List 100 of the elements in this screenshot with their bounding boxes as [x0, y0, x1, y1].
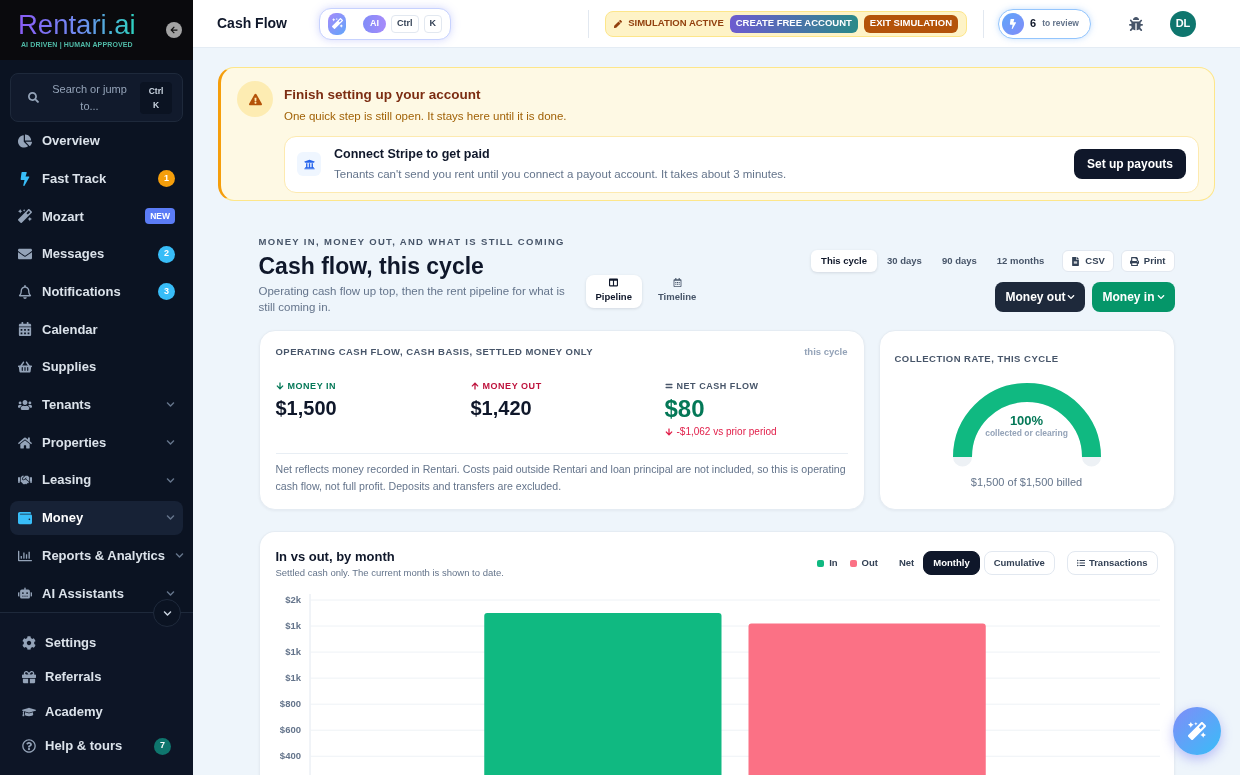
- section-eyebrow: MONEY IN, MONEY OUT, AND WHAT IS STILL COMING: [258, 236, 566, 248]
- billed-summary: $1,500 of $1,500 billed: [970, 475, 1083, 490]
- arrow-down-icon: [664, 428, 673, 436]
- period-label: this cycle: [804, 346, 848, 358]
- setup-payouts-button[interactable]: Set up payouts: [1074, 149, 1186, 179]
- metric-value: $80: [664, 396, 706, 422]
- sidebar-item[interactable]: Leasing: [10, 463, 183, 498]
- sidebar-item[interactable]: Settings: [10, 625, 183, 660]
- help-icon: [22, 739, 36, 753]
- money-action-button[interactable]: Money out: [995, 282, 1086, 312]
- lightning-icon: [1002, 12, 1024, 35]
- axis-label: $1k: [284, 619, 301, 631]
- sidebar-item[interactable]: Supplies: [10, 350, 183, 385]
- pie-chart-icon: [18, 134, 32, 148]
- range-tab[interactable]: 30 days: [877, 250, 932, 272]
- sidebar-item[interactable]: Academy: [10, 694, 183, 729]
- sidebar-item[interactable]: Messages 2: [10, 237, 183, 272]
- simulation-action[interactable]: CREATE FREE ACCOUNT: [729, 14, 858, 33]
- card-title: COLLECTION RATE, THIS CYCLE: [894, 353, 1059, 365]
- count-badge: 1: [158, 170, 175, 188]
- sidebar-item[interactable]: Overview: [10, 124, 183, 158]
- sidebar-item[interactable]: Mozart NEW: [10, 199, 183, 234]
- metric-value: $1,500: [275, 396, 338, 420]
- axis-label: $400: [279, 749, 301, 761]
- ai-command-bar[interactable]: AI Ctrl K: [319, 7, 451, 40]
- axis-label: $2k: [284, 594, 301, 605]
- columns-icon: [609, 278, 619, 288]
- view-tab[interactable]: Pipeline: [585, 275, 642, 308]
- chevron-down-icon: [1156, 293, 1165, 301]
- sidebar-item[interactable]: Reports & Analytics: [10, 538, 183, 573]
- chart-subtitle: Settled cash only. The current month is shown to date.: [275, 566, 504, 579]
- export-button[interactable]: CSV: [1062, 250, 1114, 272]
- simulation-action[interactable]: EXIT SIMULATION: [863, 14, 958, 33]
- range-tab[interactable]: This cycle: [811, 250, 878, 272]
- bell-icon: [18, 284, 32, 299]
- mode-tab[interactable]: Monthly: [923, 551, 980, 575]
- collapse-button[interactable]: [166, 22, 182, 38]
- chevron-down-icon: [166, 475, 175, 485]
- chevron-down-icon: [175, 551, 185, 561]
- search-button[interactable]: Search or jump to... Ctrl K: [10, 73, 183, 122]
- sidebar-item[interactable]: Properties: [10, 425, 183, 460]
- metric-label: MONEY OUT: [482, 380, 542, 392]
- search-icon: [28, 92, 39, 103]
- net-toggle[interactable]: Net: [889, 551, 924, 575]
- banner-title: Finish setting up your account: [284, 86, 482, 104]
- chart-title: In vs out, by month: [275, 549, 396, 565]
- ai-badge: AI: [363, 14, 386, 33]
- money-action-button[interactable]: Money in: [1092, 282, 1175, 312]
- chevron-down-icon: [166, 513, 175, 523]
- user-avatar[interactable]: DL: [1170, 10, 1196, 37]
- section-subtitle: Operating cash flow up top, then the rent pipeline for what is still coming in.: [258, 284, 566, 315]
- chevron-down-icon: [166, 588, 175, 598]
- document-icon: [1071, 256, 1081, 266]
- card-title: OPERATING CASH FLOW, CASH BASIS, SETTLED MONEY ONLY: [275, 346, 594, 358]
- legend-label: In: [829, 555, 838, 570]
- sidebar-item[interactable]: Money: [10, 500, 183, 535]
- sidebar-item[interactable]: Notifications 3: [10, 274, 183, 309]
- step-title: Connect Stripe to get paid: [334, 145, 491, 163]
- summary-note: Net reflects money recorded in Rentari. Costs paid outside Rentari and loan principal are not included, so this is operating cash flow, not full profit. Deposits and transfers are excluded.: [275, 462, 847, 494]
- sidebar-item[interactable]: Fast Track 1: [10, 161, 183, 196]
- view-tab[interactable]: Timeline: [647, 275, 707, 308]
- metric-change: -$1,062 vs prior period: [676, 426, 777, 438]
- transactions-button[interactable]: Transactions: [1066, 551, 1158, 575]
- house-icon: [18, 435, 32, 450]
- count-badge: 7: [154, 737, 171, 755]
- chevron-down-icon: [166, 400, 175, 410]
- range-tab[interactable]: 12 months: [986, 250, 1055, 272]
- sidebar-item[interactable]: Tenants: [10, 387, 183, 422]
- mode-tab[interactable]: Cumulative: [983, 551, 1055, 575]
- sidebar-item[interactable]: AI Assistants: [10, 576, 183, 611]
- review-button[interactable]: 6 to review: [998, 8, 1091, 39]
- chevron-down-icon: [1067, 293, 1076, 301]
- wallet-icon: [18, 510, 32, 525]
- bug-icon[interactable]: [1129, 16, 1143, 31]
- metric-label: NET CASH FLOW: [676, 380, 759, 392]
- metric-label: MONEY IN: [287, 380, 337, 392]
- chevron-down-icon: [162, 608, 172, 618]
- sidebar-item[interactable]: Calendar: [10, 312, 183, 347]
- page-title: Cash Flow: [217, 14, 287, 33]
- lightning-icon: [18, 171, 32, 186]
- step-description: Tenants can't send you rent until you connect a payout account. It takes about 3 minutes.: [334, 167, 787, 183]
- robot-icon: [18, 586, 32, 601]
- export-button[interactable]: Print: [1120, 250, 1175, 272]
- sidebar-item[interactable]: Help & tours 7: [10, 728, 183, 764]
- simulation-status: SIMULATION ACTIVE: [628, 16, 724, 31]
- sidebar-item[interactable]: Referrals: [10, 659, 183, 695]
- label-badge: NEW: [145, 208, 175, 225]
- printer-icon: [1129, 256, 1139, 266]
- users-icon: [18, 397, 32, 412]
- key-cap: K: [423, 14, 442, 33]
- magic-wand-icon: [1188, 722, 1206, 740]
- count-badge: 2: [158, 245, 175, 263]
- chevron-down-icon: [166, 438, 175, 447]
- bar-chart-icon: [18, 548, 32, 563]
- section-title: Cash flow, this cycle: [258, 252, 485, 281]
- assistant-button[interactable]: [1173, 707, 1221, 755]
- arrow-down-icon: [275, 382, 284, 390]
- range-tab[interactable]: 90 days: [931, 250, 987, 272]
- legend-label: Out: [861, 555, 878, 570]
- metric-value: $1,420: [470, 396, 533, 420]
